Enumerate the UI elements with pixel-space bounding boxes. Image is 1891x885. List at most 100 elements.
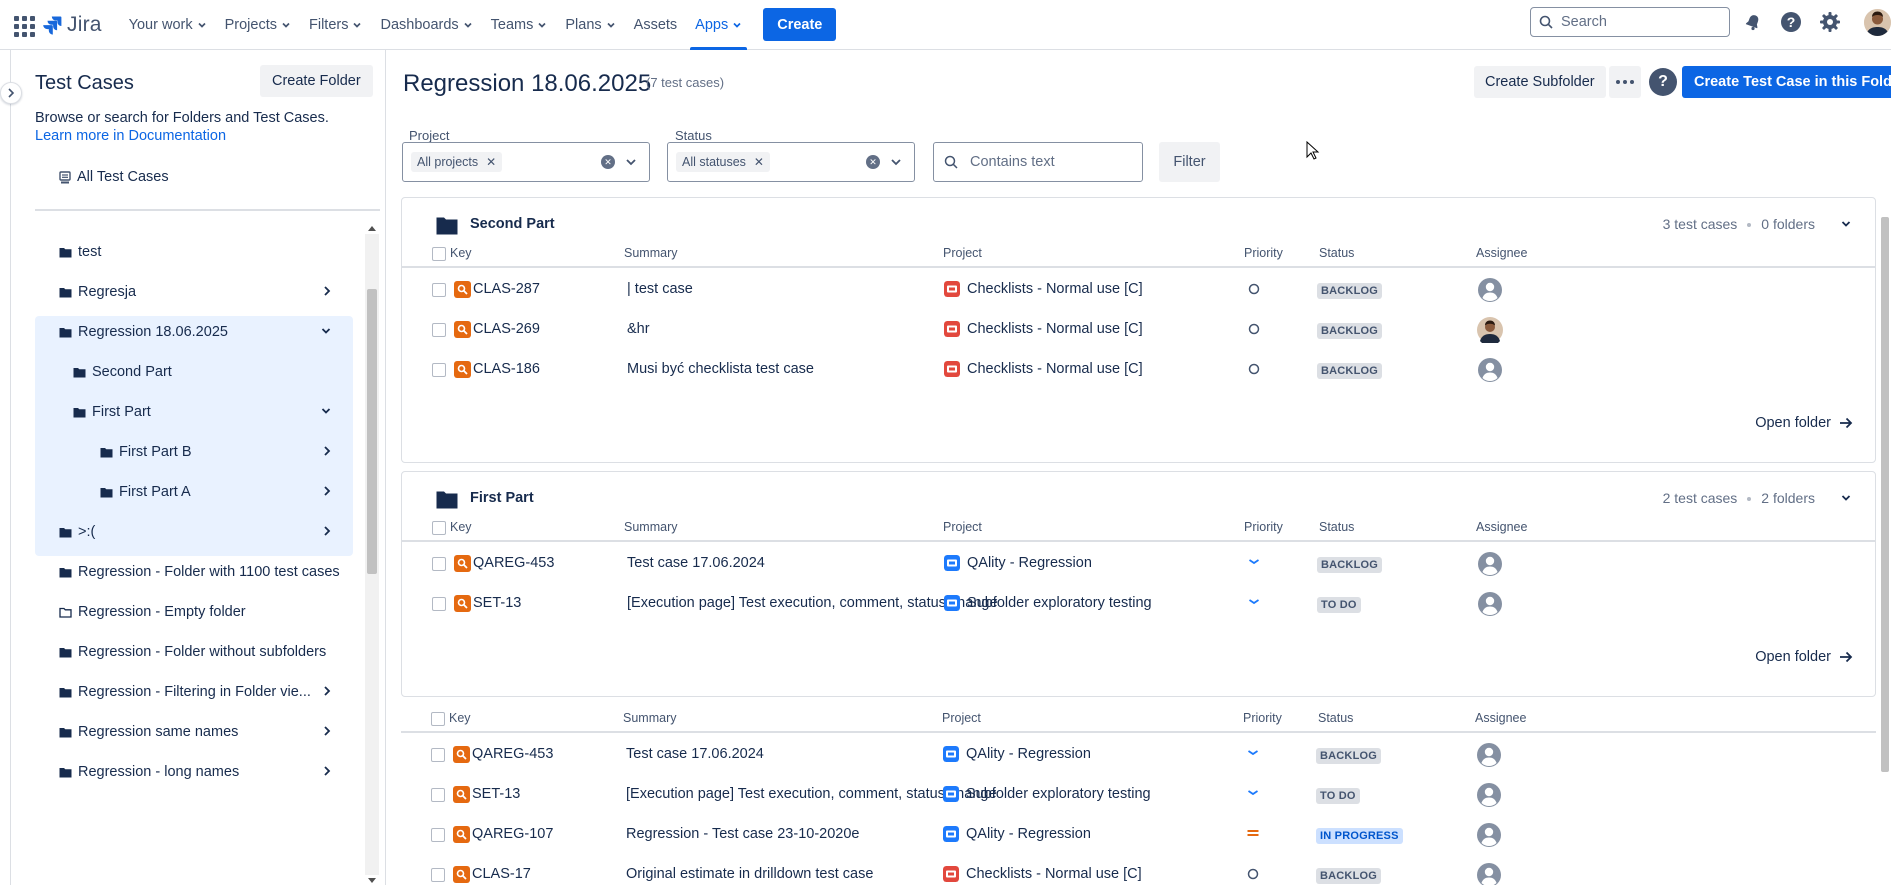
test-case-row[interactable]: CLAS-287 | test case Checklists - Normal u…: [402, 270, 1875, 310]
folder-tree-item[interactable]: Regression - long names: [35, 752, 353, 792]
nav-item-teams[interactable]: Teams: [482, 0, 557, 50]
chevron-down-icon[interactable]: [321, 405, 331, 417]
folder-tree-item[interactable]: First Part A: [35, 472, 353, 512]
nav-item-dashboards[interactable]: Dashboards: [371, 0, 481, 50]
row-checkbox[interactable]: [432, 363, 446, 377]
remove-chip-icon[interactable]: ✕: [754, 155, 764, 169]
test-case-summary[interactable]: Test case 17.06.2024: [626, 746, 764, 762]
folder-tree-item[interactable]: Regression - Empty folder: [35, 592, 353, 632]
row-checkbox[interactable]: [431, 868, 445, 882]
test-case-summary[interactable]: Musi być checklista test case: [627, 361, 814, 377]
column-header-summary[interactable]: Summary: [624, 246, 677, 260]
test-case-key[interactable]: CLAS-17: [472, 866, 531, 882]
test-case-row[interactable]: SET-13 [Execution page] Test execution, c…: [402, 584, 1875, 624]
filter-button[interactable]: Filter: [1159, 142, 1220, 182]
test-case-key[interactable]: CLAS-287: [473, 281, 540, 297]
nav-item-apps[interactable]: Apps: [686, 0, 751, 50]
chevron-down-icon[interactable]: [625, 155, 637, 169]
column-header-status[interactable]: Status: [1319, 246, 1354, 260]
project-filter-chip[interactable]: All projects ✕: [411, 152, 503, 172]
help-icon[interactable]: ?: [1649, 68, 1677, 96]
test-case-summary[interactable]: Original estimate in drilldown test case: [626, 866, 873, 882]
sidebar-scrollbar[interactable]: [365, 224, 379, 885]
test-case-row[interactable]: QAREG-107 Regression - Test case 23-10-20…: [401, 815, 1876, 855]
app-switcher-icon[interactable]: [12, 14, 35, 37]
column-header-project[interactable]: Project: [943, 520, 982, 534]
row-checkbox[interactable]: [431, 748, 445, 762]
column-header-priority[interactable]: Priority: [1244, 520, 1283, 534]
folder-tree-item[interactable]: Regression same names: [35, 712, 353, 752]
test-case-row[interactable]: QAREG-453 Test case 17.06.2024 QAlity - Re…: [402, 544, 1875, 584]
folder-tree-item[interactable]: Regression 18.06.2025: [35, 312, 353, 352]
scroll-up-arrow[interactable]: [368, 226, 376, 231]
row-checkbox[interactable]: [432, 557, 446, 571]
main-scroll-thumb[interactable]: [1881, 217, 1889, 772]
chevron-right-icon[interactable]: [323, 445, 331, 457]
chevron-down-icon[interactable]: [890, 155, 902, 169]
test-case-key[interactable]: CLAS-269: [473, 321, 540, 337]
folder-tree-item[interactable]: test: [35, 232, 353, 272]
folder-tree-item[interactable]: Second Part: [35, 352, 353, 392]
select-all-checkbox[interactable]: [431, 712, 445, 726]
open-folder-link[interactable]: Open folder: [1755, 649, 1853, 665]
nav-item-assets[interactable]: Assets: [625, 0, 687, 50]
remove-chip-icon[interactable]: ✕: [486, 155, 496, 169]
folder-tree-item[interactable]: First Part B: [35, 432, 353, 472]
profile-avatar[interactable]: [1864, 9, 1891, 36]
column-header-project[interactable]: Project: [943, 246, 982, 260]
column-header-assignee[interactable]: Assignee: [1476, 246, 1527, 260]
test-case-summary[interactable]: Regression - Test case 23-10-2020e: [626, 826, 859, 842]
status-filter-chip[interactable]: All statuses ✕: [676, 152, 770, 172]
column-header-key[interactable]: Key: [450, 246, 472, 260]
folder-tree-item[interactable]: Regression - Folder without subfolders: [35, 632, 353, 672]
test-case-summary[interactable]: &hr: [627, 321, 650, 337]
unassigned-avatar-icon[interactable]: [1476, 862, 1502, 885]
contains-text-input[interactable]: Contains text: [933, 142, 1143, 182]
create-button[interactable]: Create: [763, 8, 837, 41]
chevron-right-icon[interactable]: [323, 285, 331, 297]
column-header-summary[interactable]: Summary: [624, 520, 677, 534]
search-input[interactable]: Search: [1530, 7, 1730, 37]
test-case-key[interactable]: SET-13: [473, 595, 521, 611]
test-case-key[interactable]: CLAS-186: [473, 361, 540, 377]
chevron-down-icon[interactable]: [321, 325, 331, 337]
column-header-key[interactable]: Key: [450, 520, 472, 534]
jira-logo[interactable]: Jira: [42, 13, 102, 37]
unassigned-avatar-icon[interactable]: [1477, 551, 1503, 577]
column-header-assignee[interactable]: Assignee: [1475, 711, 1526, 725]
more-actions-button[interactable]: [1609, 66, 1641, 98]
sidebar-scroll-thumb[interactable]: [367, 289, 377, 574]
test-case-key[interactable]: QAREG-453: [473, 555, 554, 571]
folder-tree-item[interactable]: Regresja: [35, 272, 353, 312]
test-case-summary[interactable]: [Execution page] Test execution, comment…: [627, 595, 998, 611]
row-checkbox[interactable]: [432, 597, 446, 611]
chevron-right-icon[interactable]: [323, 765, 331, 777]
column-header-priority[interactable]: Priority: [1244, 246, 1283, 260]
folder-tree-item[interactable]: Regression - Filtering in Folder vie...: [35, 672, 353, 712]
documentation-link[interactable]: Learn more in Documentation: [35, 128, 226, 144]
folder-group-name[interactable]: Second Part: [470, 216, 555, 232]
column-header-status[interactable]: Status: [1319, 520, 1354, 534]
unassigned-avatar-icon[interactable]: [1477, 357, 1503, 383]
unassigned-avatar-icon[interactable]: [1476, 822, 1502, 848]
status-filter-select[interactable]: All statuses ✕ ✕: [667, 142, 915, 182]
test-case-summary[interactable]: [Execution page] Test execution, comment…: [626, 786, 997, 802]
folder-tree-item[interactable]: First Part: [35, 392, 353, 432]
folder-group-name[interactable]: First Part: [470, 490, 534, 506]
test-case-key[interactable]: SET-13: [472, 786, 520, 802]
project-filter-select[interactable]: All projects ✕ ✕: [402, 142, 650, 182]
test-case-row[interactable]: QAREG-453 Test case 17.06.2024 QAlity - Re…: [401, 735, 1876, 775]
test-case-row[interactable]: SET-13 [Execution page] Test execution, c…: [401, 775, 1876, 815]
column-header-priority[interactable]: Priority: [1243, 711, 1282, 725]
clear-selection-icon[interactable]: ✕: [866, 155, 880, 169]
column-header-key[interactable]: Key: [449, 711, 471, 725]
chevron-right-icon[interactable]: [323, 685, 331, 697]
column-header-project[interactable]: Project: [942, 711, 981, 725]
test-case-row[interactable]: CLAS-186 Musi być checklista test case Che…: [402, 350, 1875, 390]
notifications-icon[interactable]: [1741, 10, 1765, 34]
test-case-key[interactable]: QAREG-107: [472, 826, 553, 842]
test-case-key[interactable]: QAREG-453: [472, 746, 553, 762]
test-case-row[interactable]: CLAS-269 &hr Checklists - Normal use [C] BA…: [402, 310, 1875, 350]
select-all-checkbox[interactable]: [432, 521, 446, 535]
folder-tree-item[interactable]: Regression - Folder with 1100 test cases: [35, 552, 353, 592]
